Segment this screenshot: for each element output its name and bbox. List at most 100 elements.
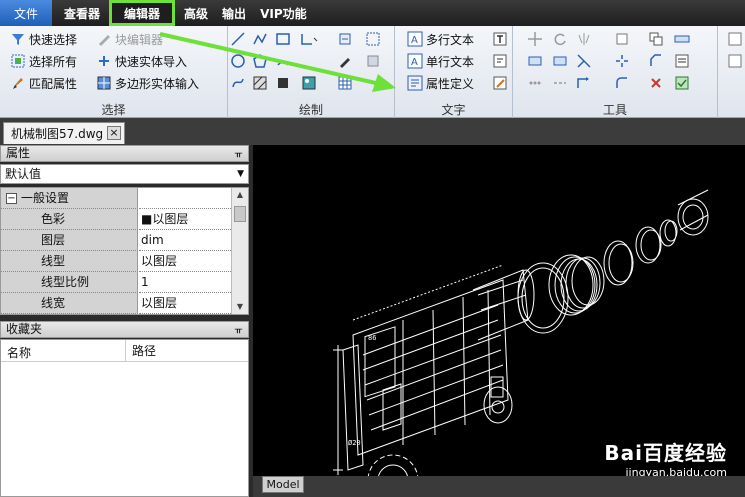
favorites-list: 名称 路径 [0,339,249,497]
arc-icon[interactable] [274,52,292,70]
property-row-layer[interactable]: 图层 dim [1,230,231,251]
block-editor-button[interactable]: 块编辑器 [96,29,163,49]
audit-icon[interactable] [673,74,691,92]
copy-icon[interactable] [647,30,665,48]
measure-icon[interactable] [673,30,691,48]
select-all-button[interactable]: 选择所有 [10,51,77,71]
explode-icon[interactable] [613,52,631,70]
spline-icon[interactable] [229,74,247,92]
close-icon[interactable]: × [107,126,121,140]
collapse-icon[interactable]: − [6,193,17,204]
brush-icon [10,75,26,91]
mtext-button[interactable]: A 多行文本 [407,29,474,49]
attr-def-button[interactable]: 属性定义 [407,73,474,93]
attr-def-label: 属性定义 [426,76,475,91]
property-value[interactable]: dim [139,230,231,251]
array-icon[interactable] [526,74,544,92]
property-row-linetype[interactable]: 线型 以图层 [1,251,231,272]
chamfer-icon[interactable] [647,52,665,70]
hatch-icon[interactable] [251,74,269,92]
attach-icon[interactable] [364,52,382,70]
select-all-icon [10,53,26,69]
property-value[interactable]: 1 [139,272,231,293]
move-icon[interactable] [526,30,544,48]
polygon-icon[interactable] [251,52,269,70]
favorites-col-name[interactable]: 名称 [7,344,31,361]
layer-icon[interactable] [613,30,631,48]
property-value[interactable]: 以图层 [139,251,231,272]
polyline-icon[interactable] [251,30,269,48]
pin-icon[interactable]: ᚂ [235,322,242,337]
properties-select-value: 默认值 [5,167,42,181]
scroll-thumb[interactable] [234,206,246,222]
rotate-icon[interactable] [551,30,569,48]
polygon-solid-input-label: 多边形实体输入 [115,76,200,91]
pin-icon[interactable]: ᚂ [235,146,242,161]
single-text-button[interactable]: A 单行文本 [407,51,474,71]
svg-text:Ø20: Ø20 [348,439,361,447]
property-row-linetype-scale[interactable]: 线型比例 1 [1,272,231,293]
select-all-label: 选择所有 [29,54,78,69]
mirror-icon[interactable] [575,30,593,48]
scroll-down-icon[interactable]: ▼ [232,300,248,314]
circle-icon[interactable] [229,52,247,70]
trim-icon[interactable] [575,52,593,70]
purge-icon[interactable] [647,74,665,92]
text-style-icon[interactable] [491,30,509,48]
edit-text-icon[interactable] [491,74,509,92]
property-row-lineweight[interactable]: 线宽 以图层 [1,293,231,314]
overflow-icon[interactable] [726,30,744,48]
property-value[interactable]: ■以图层 [139,209,231,230]
text-group-label: 文字 [441,103,466,117]
property-key: 线宽 [1,293,138,314]
insert-block-icon[interactable] [336,30,354,48]
rectangle-icon[interactable] [274,30,292,48]
polygon-solid-input-button[interactable]: 多边形实体输入 [96,73,199,93]
ribbon-group-draw: 绘制 [228,26,395,118]
table-icon[interactable] [336,74,354,92]
svg-text:A: A [411,35,418,46]
fill-icon[interactable] [274,74,292,92]
menu-file[interactable]: 文件 [0,0,52,26]
extend-icon[interactable] [575,74,593,92]
property-scrollbar[interactable]: ▲ ▼ [231,188,248,314]
chevron-down-icon: ▼ [237,169,244,179]
model-tab[interactable]: Model [262,476,304,493]
property-row-color[interactable]: 色彩 ■以图层 [1,209,231,230]
favorites-panel-header: 收藏夹 ᚂ [0,321,249,338]
drawing-canvas[interactable]: Ø20 86 Bai百度经验 jingyan.baidu.com [253,145,745,497]
menu-viewer[interactable]: 查看器 [57,0,107,26]
menu-advanced[interactable]: 高级 [177,0,215,26]
quick-solid-import-button[interactable]: 快速实体导入 [96,51,187,71]
menu-output[interactable]: 输出 [215,0,253,26]
property-value[interactable]: 以图层 [139,293,231,314]
match-props-button[interactable]: 匹配属性 [10,73,77,93]
break-icon[interactable] [551,74,569,92]
property-key: 色彩 [1,209,138,230]
line-icon[interactable] [229,30,247,48]
menu-vip[interactable]: VIP功能 [253,0,314,26]
scroll-up-icon[interactable]: ▲ [232,188,248,202]
fillet-icon[interactable] [613,74,631,92]
find-text-icon[interactable] [491,52,509,70]
stretch-icon[interactable] [526,52,544,70]
quick-solid-import-label: 快速实体导入 [115,54,188,69]
properties-object-select[interactable]: 默认值 ▼ [0,164,249,184]
pen-icon[interactable] [336,52,354,70]
image-icon[interactable] [300,74,318,92]
multiline-icon[interactable] [300,30,318,48]
ribbon: 快速选择 选择所有 匹配属性 块编辑器 快速实体导入 多边形实体输入 选择 绘制… [0,26,745,118]
menu-editor[interactable]: 编辑器 [109,0,176,26]
watermark: Bai百度经验 jingyan.baidu.com [604,437,727,479]
document-tab[interactable]: 机械制图57.dwg × [3,122,125,144]
property-section-general[interactable]: − 一般设置 [1,188,231,209]
favorites-col-path[interactable]: 路径 [125,340,156,362]
region-icon[interactable] [364,30,382,48]
properties-icon[interactable] [673,52,691,70]
single-text-label: 单行文本 [426,54,475,69]
quick-select-button[interactable]: 快速选择 [10,29,77,49]
block-editor-icon [96,31,112,47]
scale-icon[interactable] [551,52,569,70]
overflow-icon-2[interactable] [726,52,744,70]
polygon-grid-icon [96,75,112,91]
